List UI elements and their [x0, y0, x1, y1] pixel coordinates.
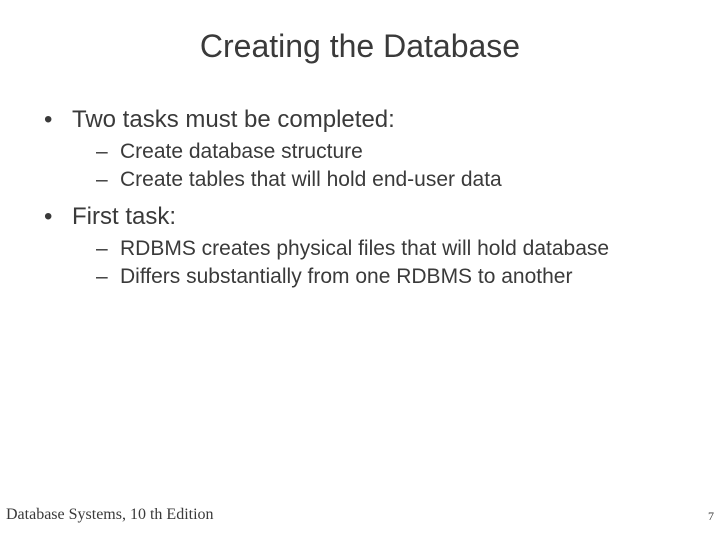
slide: Creating the Database Two tasks must be …	[0, 0, 720, 540]
list-item: Differs substantially from one RDBMS to …	[72, 264, 690, 290]
list-item: Create database structure	[72, 139, 690, 165]
slide-body: Two tasks must be completed: Create data…	[0, 65, 720, 290]
list-item-text: Differs substantially from one RDBMS to …	[120, 265, 572, 288]
list-item-text: Create tables that will hold end-user da…	[120, 168, 502, 191]
page-number: 7	[708, 509, 714, 524]
list-item-text: RDBMS creates physical files that will h…	[120, 237, 609, 260]
list-item: Create tables that will hold end-user da…	[72, 167, 690, 193]
list-item-text: First task:	[72, 203, 176, 230]
slide-title: Creating the Database	[0, 0, 720, 65]
list-item-text: Two tasks must be completed:	[72, 106, 395, 133]
list-item: Two tasks must be completed: Create data…	[30, 105, 690, 194]
list-item: First task: RDBMS creates physical files…	[30, 202, 690, 291]
bullet-list: Two tasks must be completed: Create data…	[30, 105, 690, 290]
list-item-text: Create database structure	[120, 140, 363, 163]
list-item: RDBMS creates physical files that will h…	[72, 236, 690, 262]
sub-list: RDBMS creates physical files that will h…	[72, 236, 690, 291]
sub-list: Create database structure Create tables …	[72, 139, 690, 194]
footer-text: Database Systems, 10 th Edition	[6, 506, 214, 524]
